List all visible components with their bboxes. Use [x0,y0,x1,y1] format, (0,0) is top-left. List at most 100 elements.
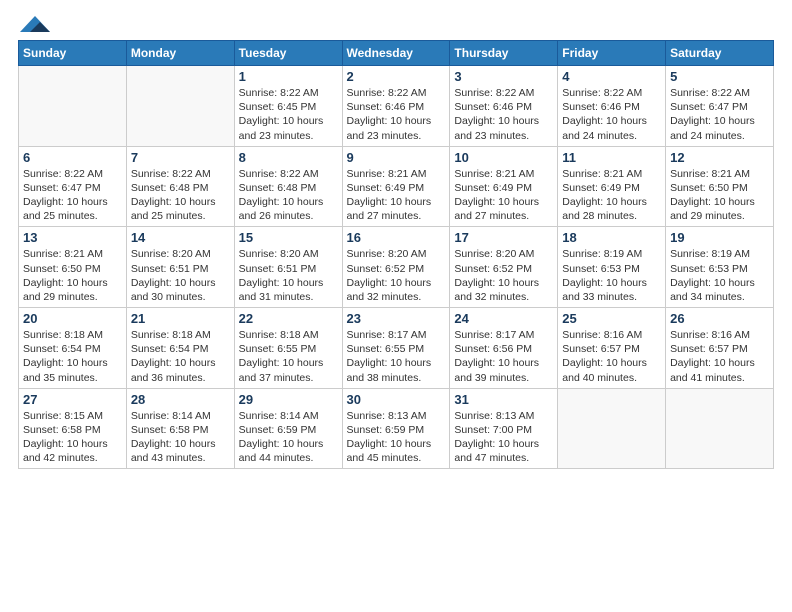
day-number: 20 [23,311,122,326]
cell-info: Sunrise: 8:21 AM Sunset: 6:49 PM Dayligh… [562,167,661,224]
cell-info: Sunrise: 8:22 AM Sunset: 6:47 PM Dayligh… [23,167,122,224]
logo [18,18,50,30]
day-number: 28 [131,392,230,407]
calendar-week-row: 20 Sunrise: 8:18 AM Sunset: 6:54 PM Dayli… [19,308,774,389]
calendar-cell: 11 Sunrise: 8:21 AM Sunset: 6:49 PM Dayli… [558,146,666,227]
calendar-cell: 29 Sunrise: 8:14 AM Sunset: 6:59 PM Dayli… [234,388,342,469]
calendar-cell [19,66,127,147]
day-number: 19 [670,230,769,245]
page: SundayMondayTuesdayWednesdayThursdayFrid… [0,0,792,612]
cell-info: Sunrise: 8:21 AM Sunset: 6:50 PM Dayligh… [23,247,122,304]
day-number: 2 [347,69,446,84]
cell-info: Sunrise: 8:14 AM Sunset: 6:59 PM Dayligh… [239,409,338,466]
day-number: 14 [131,230,230,245]
cell-info: Sunrise: 8:22 AM Sunset: 6:48 PM Dayligh… [239,167,338,224]
cell-info: Sunrise: 8:18 AM Sunset: 6:55 PM Dayligh… [239,328,338,385]
weekday-header-thursday: Thursday [450,41,558,66]
day-number: 30 [347,392,446,407]
cell-info: Sunrise: 8:21 AM Sunset: 6:49 PM Dayligh… [347,167,446,224]
calendar-cell: 5 Sunrise: 8:22 AM Sunset: 6:47 PM Daylig… [666,66,774,147]
day-number: 6 [23,150,122,165]
cell-info: Sunrise: 8:17 AM Sunset: 6:55 PM Dayligh… [347,328,446,385]
calendar-week-row: 13 Sunrise: 8:21 AM Sunset: 6:50 PM Dayli… [19,227,774,308]
weekday-header-tuesday: Tuesday [234,41,342,66]
cell-info: Sunrise: 8:13 AM Sunset: 6:59 PM Dayligh… [347,409,446,466]
calendar-header-row: SundayMondayTuesdayWednesdayThursdayFrid… [19,41,774,66]
cell-info: Sunrise: 8:20 AM Sunset: 6:51 PM Dayligh… [239,247,338,304]
calendar-cell: 12Sunrise: 8:21 AM Sunset: 6:50 PM Dayli… [666,146,774,227]
logo-icon [20,14,50,34]
day-number: 16 [347,230,446,245]
day-number: 27 [23,392,122,407]
calendar-cell: 24Sunrise: 8:17 AM Sunset: 6:56 PM Dayli… [450,308,558,389]
weekday-header-friday: Friday [558,41,666,66]
cell-info: Sunrise: 8:20 AM Sunset: 6:51 PM Dayligh… [131,247,230,304]
calendar-cell: 17 Sunrise: 8:20 AM Sunset: 6:52 PM Dayli… [450,227,558,308]
calendar-cell: 25 Sunrise: 8:16 AM Sunset: 6:57 PM Dayli… [558,308,666,389]
calendar-cell: 13 Sunrise: 8:21 AM Sunset: 6:50 PM Dayli… [19,227,127,308]
header [18,18,774,30]
cell-info: Sunrise: 8:18 AM Sunset: 6:54 PM Dayligh… [131,328,230,385]
calendar-cell: 4 Sunrise: 8:22 AM Sunset: 6:46 PM Daylig… [558,66,666,147]
day-number: 13 [23,230,122,245]
day-number: 1 [239,69,338,84]
cell-info: Sunrise: 8:20 AM Sunset: 6:52 PM Dayligh… [454,247,553,304]
day-number: 24 [454,311,553,326]
cell-info: Sunrise: 8:22 AM Sunset: 6:46 PM Dayligh… [454,86,553,143]
cell-info: Sunrise: 8:16 AM Sunset: 6:57 PM Dayligh… [670,328,769,385]
cell-info: Sunrise: 8:18 AM Sunset: 6:54 PM Dayligh… [23,328,122,385]
calendar-cell: 30 Sunrise: 8:13 AM Sunset: 6:59 PM Dayli… [342,388,450,469]
day-number: 29 [239,392,338,407]
calendar-cell [558,388,666,469]
calendar-cell: 3 Sunrise: 8:22 AM Sunset: 6:46 PM Daylig… [450,66,558,147]
calendar-cell: 19 Sunrise: 8:19 AM Sunset: 6:53 PM Dayli… [666,227,774,308]
day-number: 18 [562,230,661,245]
calendar-cell: 9 Sunrise: 8:21 AM Sunset: 6:49 PM Daylig… [342,146,450,227]
calendar-cell [666,388,774,469]
calendar-cell: 23 Sunrise: 8:17 AM Sunset: 6:55 PM Dayli… [342,308,450,389]
day-number: 21 [131,311,230,326]
weekday-header-saturday: Saturday [666,41,774,66]
calendar-cell: 2 Sunrise: 8:22 AM Sunset: 6:46 PM Daylig… [342,66,450,147]
calendar-week-row: 6 Sunrise: 8:22 AM Sunset: 6:47 PM Daylig… [19,146,774,227]
calendar-cell: 31Sunrise: 8:13 AM Sunset: 7:00 PM Dayli… [450,388,558,469]
day-number: 7 [131,150,230,165]
calendar-week-row: 1 Sunrise: 8:22 AM Sunset: 6:45 PM Daylig… [19,66,774,147]
cell-info: Sunrise: 8:15 AM Sunset: 6:58 PM Dayligh… [23,409,122,466]
calendar-cell: 7Sunrise: 8:22 AM Sunset: 6:48 PM Daylig… [126,146,234,227]
calendar-cell: 14 Sunrise: 8:20 AM Sunset: 6:51 PM Dayli… [126,227,234,308]
day-number: 15 [239,230,338,245]
cell-info: Sunrise: 8:22 AM Sunset: 6:45 PM Dayligh… [239,86,338,143]
calendar-cell: 1 Sunrise: 8:22 AM Sunset: 6:45 PM Daylig… [234,66,342,147]
calendar-cell [126,66,234,147]
cell-info: Sunrise: 8:22 AM Sunset: 6:46 PM Dayligh… [562,86,661,143]
calendar-cell: 18 Sunrise: 8:19 AM Sunset: 6:53 PM Dayli… [558,227,666,308]
cell-info: Sunrise: 8:19 AM Sunset: 6:53 PM Dayligh… [562,247,661,304]
calendar-cell: 28Sunrise: 8:14 AM Sunset: 6:58 PM Dayli… [126,388,234,469]
day-number: 11 [562,150,661,165]
day-number: 25 [562,311,661,326]
calendar-cell: 21 Sunrise: 8:18 AM Sunset: 6:54 PM Dayli… [126,308,234,389]
cell-info: Sunrise: 8:19 AM Sunset: 6:53 PM Dayligh… [670,247,769,304]
day-number: 22 [239,311,338,326]
cell-info: Sunrise: 8:22 AM Sunset: 6:47 PM Dayligh… [670,86,769,143]
day-number: 17 [454,230,553,245]
calendar-cell: 6 Sunrise: 8:22 AM Sunset: 6:47 PM Daylig… [19,146,127,227]
day-number: 3 [454,69,553,84]
calendar-cell: 22 Sunrise: 8:18 AM Sunset: 6:55 PM Dayli… [234,308,342,389]
day-number: 9 [347,150,446,165]
cell-info: Sunrise: 8:22 AM Sunset: 6:46 PM Dayligh… [347,86,446,143]
weekday-header-sunday: Sunday [19,41,127,66]
day-number: 5 [670,69,769,84]
cell-info: Sunrise: 8:21 AM Sunset: 6:50 PM Dayligh… [670,167,769,224]
calendar-cell: 16 Sunrise: 8:20 AM Sunset: 6:52 PM Dayli… [342,227,450,308]
day-number: 4 [562,69,661,84]
calendar-cell: 26Sunrise: 8:16 AM Sunset: 6:57 PM Dayli… [666,308,774,389]
calendar-cell: 20 Sunrise: 8:18 AM Sunset: 6:54 PM Dayli… [19,308,127,389]
calendar-cell: 27 Sunrise: 8:15 AM Sunset: 6:58 PM Dayli… [19,388,127,469]
day-number: 31 [454,392,553,407]
cell-info: Sunrise: 8:16 AM Sunset: 6:57 PM Dayligh… [562,328,661,385]
cell-info: Sunrise: 8:20 AM Sunset: 6:52 PM Dayligh… [347,247,446,304]
calendar-cell: 10Sunrise: 8:21 AM Sunset: 6:49 PM Dayli… [450,146,558,227]
day-number: 23 [347,311,446,326]
